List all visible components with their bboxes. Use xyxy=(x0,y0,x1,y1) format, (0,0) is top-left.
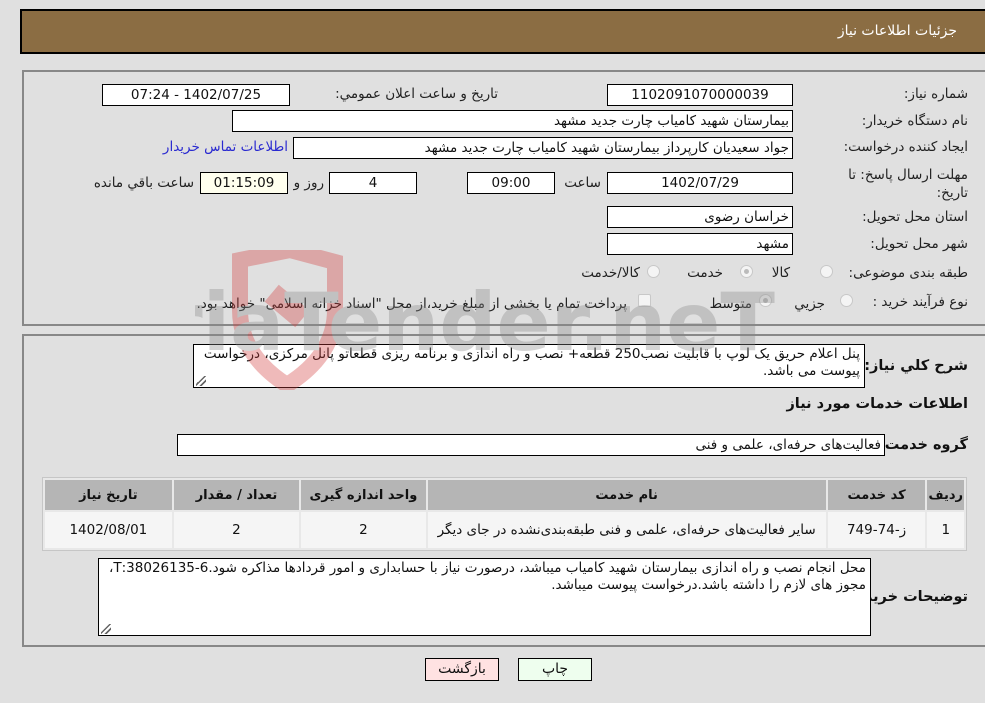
days-label: روز و xyxy=(293,175,324,191)
col-unit: واحد اندازه گیری xyxy=(301,480,426,510)
category-label: طبقه بندی موضوعی: xyxy=(848,265,968,281)
cell-unit: 2 xyxy=(301,512,426,548)
col-row-number: ردیف xyxy=(927,480,964,510)
process-radio-medium[interactable] xyxy=(759,294,772,307)
province-field: خراسان رضوی xyxy=(607,206,793,228)
col-service-name: نام خدمت xyxy=(427,480,826,510)
category-option-goods: کالا xyxy=(771,265,790,281)
table-header-row: ردیف کد خدمت نام خدمت واحد اندازه گیری ت… xyxy=(45,480,964,510)
resize-grip-icon[interactable] xyxy=(196,376,206,386)
buyer-contact-link[interactable]: اطلاعات تماس خریدار xyxy=(163,139,288,155)
col-quantity: تعداد / مقدار xyxy=(173,480,300,510)
process-label: نوع فرآیند خرید : xyxy=(872,294,968,310)
service-group-field: فعالیت‌های حرفه‌ای، علمی و فنی xyxy=(177,434,885,456)
category-radio-service[interactable] xyxy=(740,265,753,278)
need-details-panel: شرح کلي نیاز: پنل اعلام حریق یک لوپ با ق… xyxy=(22,334,985,647)
table-row: 1 ز-74-749 سایر فعالیت‌های حرفه‌ای، علمی… xyxy=(45,512,964,548)
services-table: ردیف کد خدمت نام خدمت واحد اندازه گیری ت… xyxy=(42,477,967,551)
cell-need-date: 1402/08/01 xyxy=(45,512,172,548)
deadline-label: مهلت ارسال پاسخ: تا تاریخ: xyxy=(848,167,968,201)
category-radio-goods-service[interactable] xyxy=(647,265,660,278)
description-textarea[interactable]: پنل اعلام حریق یک لوپ با قابلیت نصب250 ق… xyxy=(193,344,865,388)
need-number-field: 1102091070000039 xyxy=(607,84,793,106)
deadline-time-field: 09:00 xyxy=(467,172,555,194)
buyer-org-label: نام دستگاه خریدار: xyxy=(861,113,968,129)
service-group-label: گروه خدمت: xyxy=(878,437,968,453)
print-button[interactable]: چاپ xyxy=(518,658,592,681)
category-option-goods-service: کالا/خدمت xyxy=(581,265,640,281)
page-title: جزئیات اطلاعات نیاز xyxy=(837,23,957,39)
back-button[interactable]: بازگشت xyxy=(425,658,499,681)
city-field: مشهد xyxy=(607,233,793,255)
announce-label: تاریخ و ساعت اعلان عمومي: xyxy=(335,86,498,102)
city-label: شهر محل تحویل: xyxy=(870,236,968,252)
remaining-label: ساعت باقي مانده xyxy=(93,175,194,191)
deadline-date-field: 1402/07/29 xyxy=(607,172,793,194)
province-label: استان محل تحویل: xyxy=(862,209,968,225)
process-option-medium: متوسط xyxy=(709,296,752,312)
cell-quantity: 2 xyxy=(173,512,300,548)
category-radio-goods[interactable] xyxy=(820,265,833,278)
buyer-notes-textarea[interactable]: محل انجام نصب و راه اندازی بیمارستان شهی… xyxy=(98,558,871,636)
process-radio-minor[interactable] xyxy=(840,294,853,307)
treasury-payment-checkbox[interactable] xyxy=(638,294,651,307)
col-need-date: تاریخ نیاز xyxy=(45,480,172,510)
treasury-payment-note: پرداخت تمام یا بخشی از مبلغ خرید،از محل … xyxy=(196,296,627,312)
process-option-minor: جزيي xyxy=(794,296,825,312)
description-label: شرح کلي نیاز: xyxy=(864,358,968,374)
buyer-org-field: بیمارستان شهید کامیاب چارت جدید مشهد xyxy=(232,110,793,132)
page-header: جزئیات اطلاعات نیاز xyxy=(20,9,985,54)
buyer-notes-text: محل انجام نصب و راه اندازی بیمارستان شهی… xyxy=(109,560,866,593)
remaining-time-field: 01:15:09 xyxy=(200,172,288,194)
cell-row-number: 1 xyxy=(927,512,964,548)
cell-service-name: سایر فعالیت‌های حرفه‌ای، علمی و فنی طبقه… xyxy=(427,512,826,548)
cell-service-code: ز-74-749 xyxy=(827,512,926,548)
services-section-title: اطلاعات خدمات مورد نیاز xyxy=(786,396,968,412)
need-number-label: شماره نیاز: xyxy=(903,86,968,102)
announce-field: 1402/07/25 - 07:24 xyxy=(102,84,290,106)
resize-grip-icon[interactable] xyxy=(101,624,111,634)
creator-field: جواد سعیدیان کارپرداز بیمارستان شهید کام… xyxy=(293,137,793,159)
need-info-panel: شماره نیاز: 1102091070000039 تاریخ و ساع… xyxy=(22,70,985,326)
days-field: 4 xyxy=(329,172,417,194)
category-option-service: خدمت xyxy=(687,265,723,281)
col-service-code: کد خدمت xyxy=(827,480,926,510)
deadline-time-label: ساعت xyxy=(564,175,601,191)
description-text: پنل اعلام حریق یک لوپ با قابلیت نصب250 ق… xyxy=(203,346,860,379)
creator-label: ایجاد کننده درخواست: xyxy=(843,139,968,155)
